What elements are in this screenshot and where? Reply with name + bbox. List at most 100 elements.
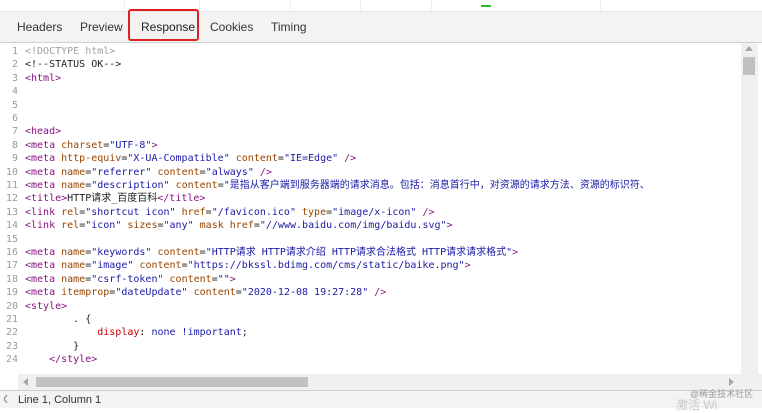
code-line: 18 <meta name="csrf-token" content="">	[0, 273, 741, 286]
code-token: itemprop	[61, 287, 110, 299]
code-token: "IE=Edge"	[283, 153, 339, 165]
code-token: charset	[61, 139, 104, 151]
code-token: content	[235, 153, 278, 165]
code-token: sizes	[127, 220, 158, 232]
code-token: "https://bkssl.bdimg.com/cms/static/baik…	[187, 260, 465, 272]
code-token: <meta	[25, 166, 62, 178]
code-token: "image"	[91, 260, 134, 272]
line-number: 8	[11, 139, 18, 151]
code-token: display	[97, 327, 140, 339]
line-number: 12	[5, 193, 18, 205]
code-token: name	[61, 166, 86, 178]
code-text: <head>	[25, 125, 61, 138]
scroll-left-icon[interactable]	[23, 378, 28, 386]
code-token: type	[302, 206, 327, 218]
code-token: }	[25, 340, 80, 352]
code-text: <link rel="shortcut icon" href="/favicon…	[25, 206, 435, 219]
code-token: rel	[61, 206, 80, 218]
code-text: <meta name="referrer" content="always" /…	[25, 166, 272, 179]
tab-cookies[interactable]: Cookies	[210, 12, 253, 42]
line-number: 21	[5, 314, 18, 325]
scroll-right-icon[interactable]	[729, 378, 734, 386]
code-token: "image/x-icon"	[332, 206, 417, 218]
line-number: 1	[11, 46, 18, 57]
code-line: 22 display: none !important;	[0, 326, 741, 339]
code-line: 12 <title>HTTP请求_百度百科</title>	[0, 192, 741, 205]
code-token: href	[229, 220, 254, 232]
horizontal-scroll-thumb[interactable]	[36, 377, 308, 387]
code-token: "referrer"	[91, 166, 152, 178]
code-token: "icon"	[85, 220, 122, 232]
code-line: 11 <meta name="description" content="是指从客…	[0, 179, 741, 192]
line-number: 15	[5, 233, 18, 245]
vertical-scroll-thumb[interactable]	[743, 57, 755, 75]
code-token: content	[139, 260, 182, 272]
line-number: 4	[11, 86, 18, 98]
line-number: 10	[5, 166, 18, 178]
tab-headers[interactable]: Headers	[17, 12, 62, 42]
code-text: <meta name="image" content="https://bkss…	[25, 259, 471, 272]
code-token: <!--STATUS OK-->	[25, 59, 122, 71]
code-token: name	[61, 260, 86, 272]
code-token: content	[169, 273, 212, 285]
code-text: <link rel="icon" sizes="any" mask href="…	[25, 219, 453, 232]
code-line: 19 <meta itemprop="dateUpdate" content="2…	[0, 286, 741, 299]
cursor-position: Line 1, Column 1	[18, 394, 102, 406]
code-token: <meta	[25, 273, 62, 285]
code-token: . {	[25, 314, 92, 325]
code-token: "//www.baidu.com/img/baidu.svg"	[259, 220, 447, 232]
code-text: <html>	[25, 72, 61, 85]
code-token: HTTP请求_百度百科	[67, 193, 158, 205]
code-token: >	[229, 273, 236, 285]
code-text: </style>	[25, 353, 97, 366]
code-token: <meta	[25, 287, 62, 299]
tab-timing[interactable]: Timing	[271, 12, 307, 42]
code-token: name	[61, 273, 86, 285]
horizontal-scrollbar[interactable]	[18, 374, 741, 390]
code-token: href	[181, 206, 206, 218]
vertical-scrollbar[interactable]	[741, 43, 758, 374]
code-line: 3 <html>	[0, 72, 741, 85]
code-line: 7 <head>	[0, 125, 741, 138]
code-token: "any"	[163, 220, 194, 232]
code-text: <style>	[25, 300, 67, 313]
scroll-up-icon[interactable]	[745, 46, 753, 51]
code-token: "UTF-8"	[109, 139, 152, 151]
code-token: "csrf-token"	[91, 273, 164, 285]
status-bar: Line 1, Column 1	[0, 390, 762, 408]
column-divider	[199, 0, 200, 10]
code-token: <title>	[25, 193, 68, 205]
code-text: . {	[25, 313, 91, 326]
line-number: 16	[5, 247, 18, 258]
code-text: <meta itemprop="dateUpdate" content="202…	[25, 286, 386, 299]
code-line: 13 <link rel="shortcut icon" href="/favic…	[0, 206, 741, 219]
code-token: />	[368, 287, 387, 299]
code-token: "always"	[205, 166, 254, 178]
line-number: 11	[5, 180, 18, 191]
line-number: 23	[5, 340, 18, 352]
column-divider	[600, 0, 601, 10]
tab-preview[interactable]: Preview	[80, 12, 123, 42]
code-token: content	[175, 180, 218, 191]
code-token: "dateUpdate"	[115, 287, 188, 299]
code-text: <title>HTTP请求_百度百科</title>	[25, 192, 205, 205]
code-token: content	[157, 166, 200, 178]
code-token: http-equiv	[61, 153, 122, 165]
code-text: <!--STATUS OK-->	[25, 58, 121, 71]
line-number: 9	[11, 153, 18, 165]
highlight-box	[128, 9, 199, 41]
code-token: name	[61, 180, 86, 191]
code-token: "X-UA-Compatible"	[127, 153, 230, 165]
line-number: 19	[5, 287, 18, 299]
code-token: "description"	[91, 180, 170, 191]
code-line: 4	[0, 85, 741, 98]
code-token: "2020-12-08 19:27:28"	[241, 287, 369, 299]
code-line: 9 <meta http-equiv="X-UA-Compatible" cont…	[0, 152, 741, 165]
column-divider	[431, 0, 432, 10]
code-line: 8 <meta charset="UTF-8">	[0, 139, 741, 152]
code-token: mask	[199, 220, 224, 232]
code-token: <link	[25, 220, 62, 232]
code-line: 6	[0, 112, 741, 125]
response-code-editor[interactable]: 1 <!DOCTYPE html> 2 <!--STATUS OK--> 3 <html>…	[0, 43, 741, 374]
code-line: 15	[0, 233, 741, 246]
